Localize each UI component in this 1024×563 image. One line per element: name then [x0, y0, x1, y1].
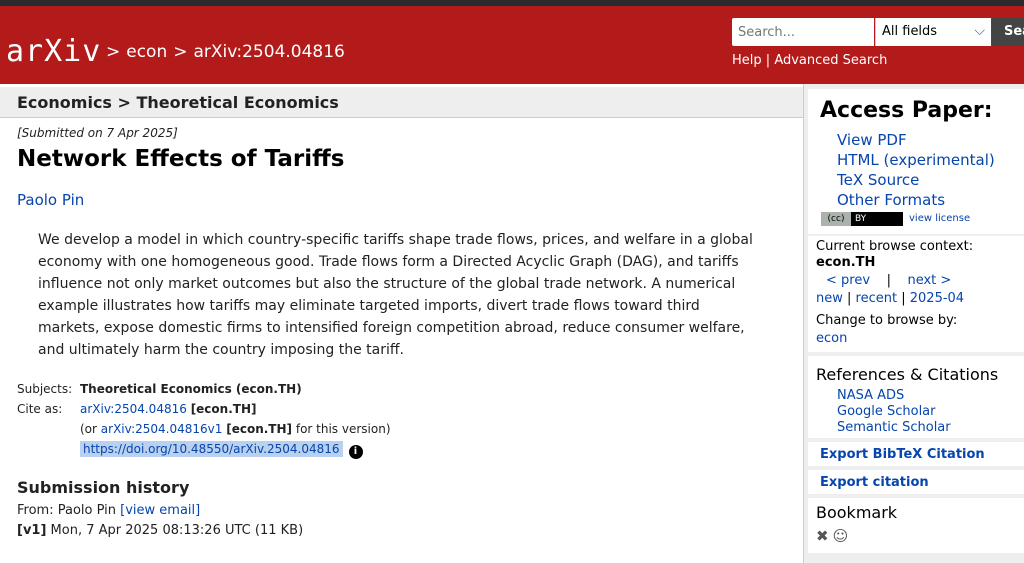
- history-v1: [v1] Mon, 7 Apr 2025 08:13:26 UTC (11 KB…: [17, 523, 303, 538]
- reddit-icon[interactable]: ☺: [833, 527, 849, 545]
- site-header: arXiv >econ>arXiv:2504.04816 All fields …: [0, 6, 1024, 84]
- or-prefix: (or: [80, 422, 97, 436]
- breadcrumb-econ[interactable]: econ: [126, 42, 167, 62]
- search-field-select[interactable]: All fields ⌵: [875, 18, 991, 46]
- change-browse-label: Change to browse by:: [816, 313, 958, 328]
- advanced-search-link[interactable]: Advanced Search: [774, 53, 887, 68]
- main-content: Economics > Theoretical Economics [Submi…: [0, 84, 803, 563]
- tex-source-link[interactable]: TeX Source: [837, 170, 995, 190]
- history-from: From: Paolo Pin [view email]: [17, 503, 200, 518]
- page-title: Network Effects of Tariffs: [17, 146, 345, 172]
- cc-icon-left: (cc): [821, 212, 851, 226]
- browse-context-label: Current browse context:: [816, 239, 974, 254]
- submitted-date: [Submitted on 7 Apr 2025]: [17, 126, 178, 140]
- subjects-label: Subjects:: [17, 382, 73, 396]
- access-links: View PDF HTML (experimental) TeX Source …: [837, 130, 995, 210]
- cc-icon-right: BY: [855, 214, 867, 224]
- browse-context-value: econ.TH: [816, 255, 876, 270]
- other-formats-link[interactable]: Other Formats: [837, 190, 995, 210]
- version-label: [v1]: [17, 523, 47, 538]
- recent-link[interactable]: recent: [856, 291, 898, 306]
- help-sep: |: [765, 53, 771, 68]
- cite-category: [econ.TH]: [190, 402, 257, 416]
- doi-link[interactable]: https://doi.org/10.48550/arXiv.2504.0481…: [80, 441, 343, 457]
- bookmark-icons: ✖ ☺: [816, 527, 852, 545]
- version-date: Mon, 7 Apr 2025 08:13:26 UTC (11 KB): [50, 523, 304, 538]
- subjects-value: Theoretical Economics (econ.TH): [80, 382, 302, 396]
- bibsonomy-icon[interactable]: ✖: [816, 527, 829, 545]
- search-input[interactable]: [732, 18, 874, 46]
- view-license-link[interactable]: view license: [909, 213, 970, 224]
- version-id-link[interactable]: arXiv:2504.04816v1: [101, 422, 223, 436]
- nav-sep: |: [886, 273, 891, 288]
- view-pdf-link[interactable]: View PDF: [837, 130, 995, 150]
- sidebar: Access Paper: View PDF HTML (experimenta…: [803, 84, 1024, 563]
- search-field-value: All fields: [882, 24, 938, 39]
- browse-nav: < prev | next >: [826, 273, 951, 288]
- cc-by-license-icon[interactable]: (cc) BY: [821, 212, 903, 226]
- nav-sep: |: [901, 291, 906, 306]
- cite-label: Cite as:: [17, 402, 63, 416]
- breadcrumb: > econ > arXiv:2504.04816: [106, 42, 351, 62]
- nav-sep: |: [847, 291, 852, 306]
- search-button[interactable]: Sea: [992, 18, 1024, 46]
- html-link[interactable]: HTML (experimental): [837, 150, 995, 170]
- version-suffix: for this version): [295, 422, 391, 436]
- refs-title: References & Citations: [816, 365, 999, 384]
- semantic-scholar-link[interactable]: Semantic Scholar: [837, 420, 951, 436]
- browse-nav-secondary: new | recent | 2025-04: [816, 291, 964, 306]
- version-category: [econ.TH]: [226, 422, 293, 436]
- arxiv-logo[interactable]: arXiv: [6, 34, 101, 69]
- change-browse-link[interactable]: econ: [816, 331, 847, 346]
- new-link[interactable]: new: [816, 291, 843, 306]
- chevron-down-icon: ⌵: [974, 23, 985, 39]
- subject-bar: Economics > Theoretical Economics: [0, 87, 803, 118]
- subject-bar-text: Economics > Theoretical Economics: [17, 93, 339, 112]
- breadcrumb-paper-id: arXiv:2504.04816: [193, 42, 345, 62]
- submission-history-title: Submission history: [17, 478, 190, 497]
- abstract: We develop a model in which country-spec…: [38, 232, 753, 358]
- export-citation-link[interactable]: Export citation: [820, 475, 929, 490]
- breadcrumb-sep: >: [173, 42, 188, 62]
- access-title: Access Paper:: [820, 98, 993, 123]
- month-link[interactable]: 2025-04: [910, 291, 964, 306]
- help-links: Help | Advanced Search: [732, 53, 887, 68]
- breadcrumb-sep: >: [106, 42, 121, 62]
- help-link[interactable]: Help: [732, 53, 762, 68]
- view-email-link[interactable]: [view email]: [120, 503, 200, 518]
- prev-link[interactable]: < prev: [826, 273, 870, 288]
- info-icon[interactable]: i: [348, 445, 363, 459]
- next-link[interactable]: next >: [907, 273, 951, 288]
- nasa-ads-link[interactable]: NASA ADS: [837, 388, 951, 404]
- google-scholar-link[interactable]: Google Scholar: [837, 404, 951, 420]
- refs-links: NASA ADS Google Scholar Semantic Scholar: [837, 388, 951, 436]
- history-from-text: From: Paolo Pin: [17, 503, 116, 518]
- bookmark-title: Bookmark: [816, 503, 898, 522]
- export-bibtex-link[interactable]: Export BibTeX Citation: [820, 447, 985, 462]
- author-link[interactable]: Paolo Pin: [17, 191, 84, 209]
- cite-id-link[interactable]: arXiv:2504.04816: [80, 402, 187, 416]
